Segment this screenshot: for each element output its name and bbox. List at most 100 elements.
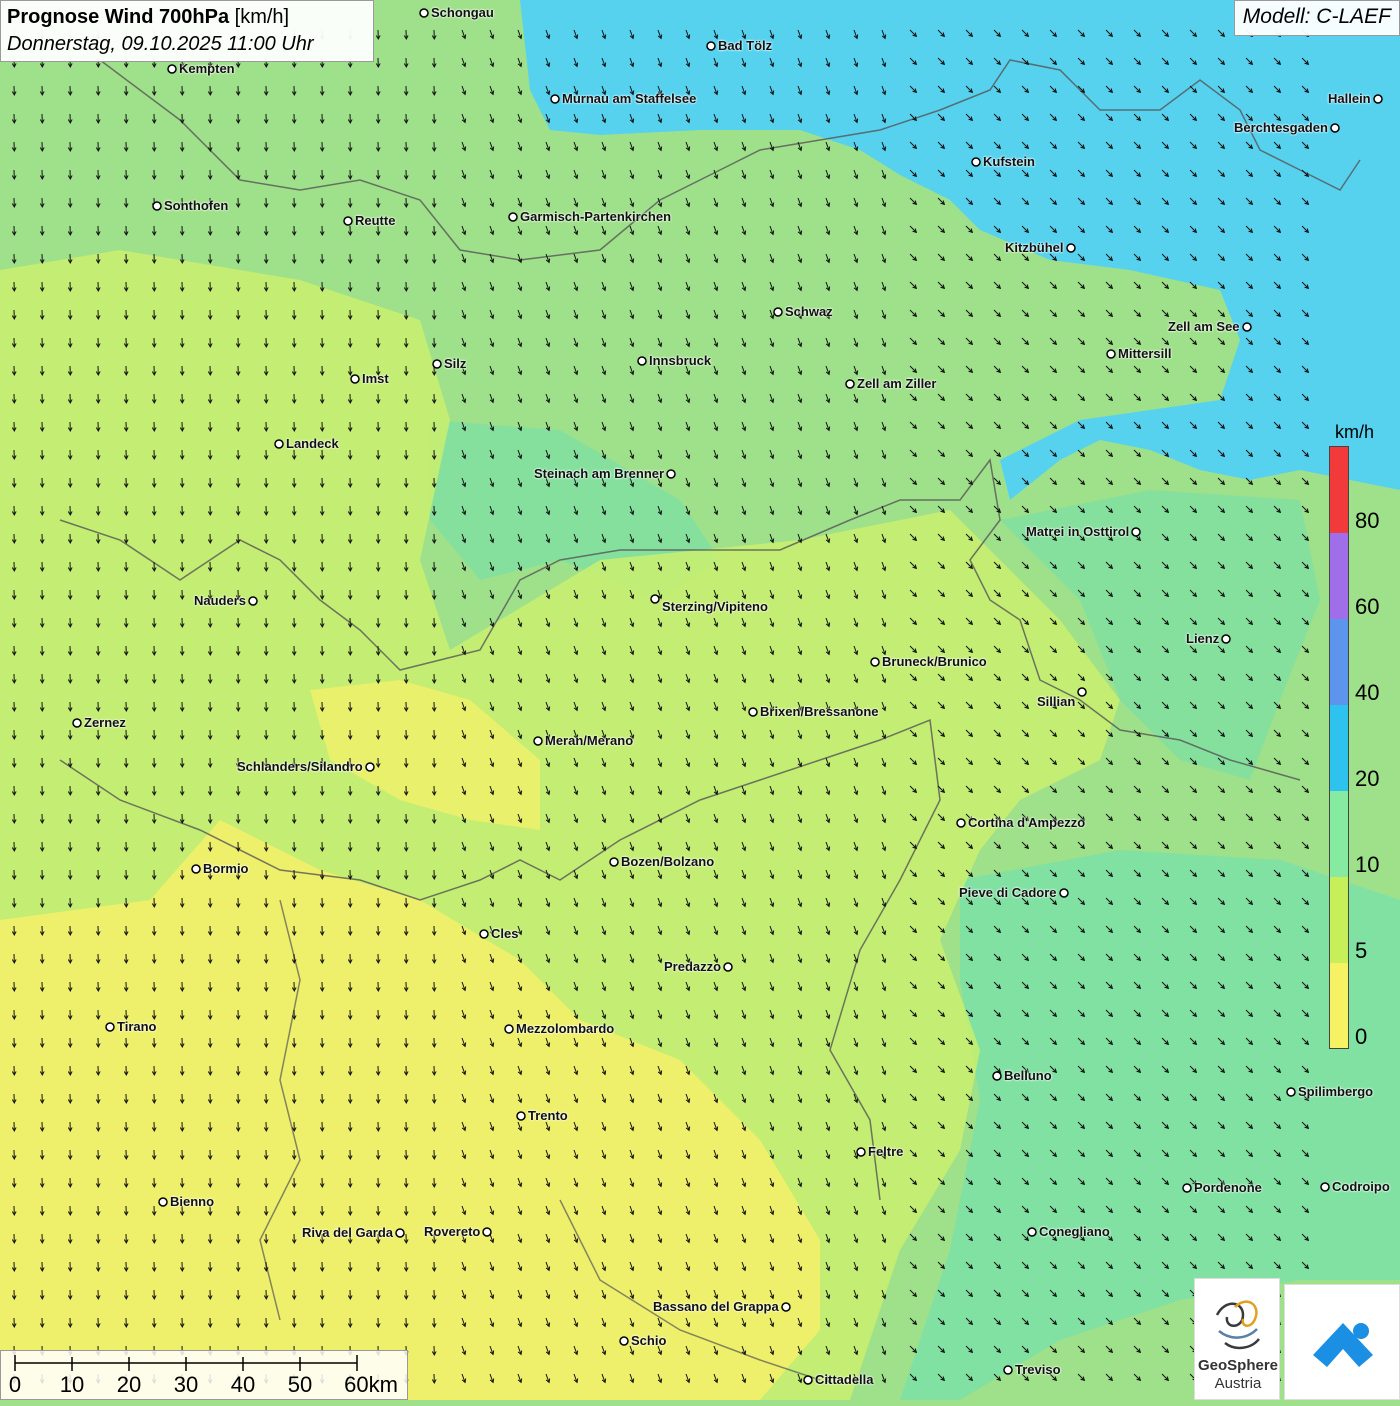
city-dot xyxy=(343,216,353,226)
city-label: Bozen/Bolzano xyxy=(621,854,715,869)
geosphere-logo: GeoSphere Austria xyxy=(1194,1278,1280,1400)
legend-segment-20-40 xyxy=(1330,705,1348,791)
city-dot xyxy=(504,1024,514,1034)
city-label: Sillian xyxy=(1037,694,1076,709)
city-dot xyxy=(167,64,177,74)
geosphere-emblem-icon xyxy=(1215,1300,1260,1350)
legend-label-40: 40 xyxy=(1355,680,1380,705)
city-label: Hallein xyxy=(1328,91,1371,106)
city-dot xyxy=(152,201,162,211)
city-label: Bruneck/Brunico xyxy=(882,654,987,669)
city-label: Schio xyxy=(631,1333,667,1348)
geosphere-name: GeoSphere xyxy=(1197,1357,1279,1374)
scale-label-20: 20 xyxy=(116,1372,142,1397)
city-label: Belluno xyxy=(1004,1068,1052,1083)
city-label: Zell am See xyxy=(1168,319,1240,334)
city-dot xyxy=(1131,527,1141,537)
city-label: Garmisch-Partenkirchen xyxy=(520,209,672,224)
city-dot xyxy=(1059,888,1069,898)
city-dot xyxy=(1221,634,1231,644)
scale-label-60km: 60km xyxy=(344,1372,398,1397)
scale-label-40: 40 xyxy=(230,1372,256,1397)
city-label: Kufstein xyxy=(983,154,1035,169)
city-label: Schongau xyxy=(431,5,494,20)
legend-label-60: 60 xyxy=(1355,594,1380,619)
city-label: Lienz xyxy=(1186,631,1220,646)
city-dot xyxy=(395,1228,405,1238)
map-title-box: Prognose Wind 700hPa [km/h] Donnerstag, … xyxy=(0,0,374,62)
legend-label-10: 10 xyxy=(1355,852,1380,877)
map-title-main: Prognose Wind 700hPa xyxy=(7,6,230,28)
city-label: Nauders xyxy=(194,593,247,608)
city-dot xyxy=(479,929,489,939)
city-label: Trento xyxy=(528,1108,568,1123)
city-dot xyxy=(191,864,201,874)
city-label: Rovereto xyxy=(424,1224,481,1239)
city-dot xyxy=(723,962,733,972)
city-dot xyxy=(432,359,442,369)
city-dot xyxy=(105,1022,115,1032)
city-label: Cortina d'Ampezzo xyxy=(968,815,1086,830)
city-dot xyxy=(550,94,560,104)
city-label: Bormio xyxy=(203,861,249,876)
city-dot xyxy=(1320,1182,1330,1192)
city-label: Pordenone xyxy=(1194,1180,1262,1195)
forecast-datetime: Donnerstag, 09.10.2025 11:00 Uhr xyxy=(7,33,314,55)
city-label: Bad Tölz xyxy=(718,38,773,53)
city-dot xyxy=(706,41,716,51)
city-label: Brixen/Bressanone xyxy=(760,704,879,719)
city-dot xyxy=(992,1071,1002,1081)
city-label: Mezzolombardo xyxy=(516,1021,615,1036)
city-dot xyxy=(274,439,284,449)
city-label: Pieve di Cadore xyxy=(959,885,1057,900)
city-label: Reutte xyxy=(355,213,396,228)
city-label: Innsbruck xyxy=(649,353,712,368)
city-label: Bienno xyxy=(170,1194,215,1209)
city-dot xyxy=(773,307,783,317)
scale-label-50: 50 xyxy=(287,1372,313,1397)
city-dot xyxy=(870,657,880,667)
city-label: Bassano del Grappa xyxy=(653,1299,779,1314)
legend-segment-60-80 xyxy=(1330,533,1348,619)
city-label: Imst xyxy=(362,371,389,386)
city-dot xyxy=(956,818,966,828)
legend-unit: km/h xyxy=(1335,422,1375,442)
city-dot xyxy=(609,857,619,867)
legend-label-20: 20 xyxy=(1355,766,1380,791)
city-dot xyxy=(1242,322,1252,332)
city-label: Riva del Garda xyxy=(302,1225,394,1240)
city-dot xyxy=(248,596,258,606)
city-label: Schlanders/Silandro xyxy=(237,759,363,774)
city-dot xyxy=(748,707,758,717)
city-dot xyxy=(1066,243,1076,253)
city-dot xyxy=(1330,123,1340,133)
city-dot xyxy=(803,1375,813,1385)
city-dot xyxy=(158,1197,168,1207)
city-dot xyxy=(1286,1087,1296,1097)
city-dot xyxy=(1182,1183,1192,1193)
geosphere-sub: Austria xyxy=(1214,1375,1262,1392)
city-label: Sterzing/Vipiteno xyxy=(662,599,768,614)
legend-segment-40-60 xyxy=(1330,619,1348,705)
city-dot xyxy=(350,374,360,384)
city-label: Steinach am Brenner xyxy=(534,466,665,481)
legend-segment-80plus xyxy=(1330,447,1348,533)
scale-bar: 0 10 20 30 40 50 60km xyxy=(0,1350,408,1400)
city-label: Conegliano xyxy=(1039,1224,1110,1239)
city-label: Zell am Ziller xyxy=(857,376,937,391)
city-dot xyxy=(650,594,660,604)
legend-bar xyxy=(1329,446,1349,1049)
legend-label-0: 0 xyxy=(1355,1024,1368,1049)
city-label: Landeck xyxy=(286,436,339,451)
city-dot xyxy=(516,1111,526,1121)
city-label: Meran/Merano xyxy=(545,733,634,748)
city-dot xyxy=(482,1227,492,1237)
color-legend: km/h 80 60 40 20 10 5 0 xyxy=(1325,420,1400,1060)
city-dot xyxy=(1027,1227,1037,1237)
city-label: Sonthofen xyxy=(164,198,229,213)
city-label: Predazzo xyxy=(664,959,722,974)
city-dot xyxy=(637,356,647,366)
city-label: Feltre xyxy=(868,1144,904,1159)
legend-segment-10-20 xyxy=(1330,791,1348,877)
city-label: Schwaz xyxy=(785,304,833,319)
